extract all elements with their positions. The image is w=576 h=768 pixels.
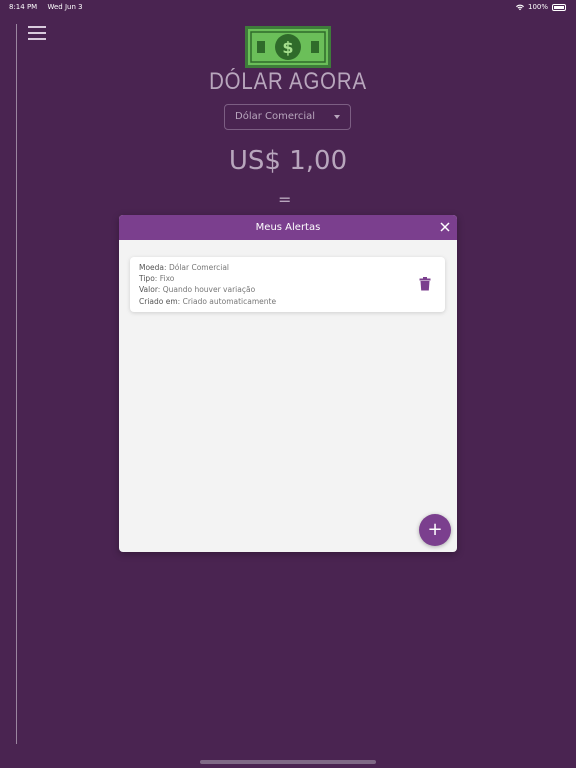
modal-title: Meus Alertas <box>255 222 321 233</box>
dollar-bill-icon: $ <box>245 26 331 68</box>
status-date: Wed Jun 3 <box>47 3 83 11</box>
alert-criado-value: Criado automaticamente <box>182 296 277 306</box>
status-bar: 8:14 PM Wed Jun 3 100% <box>0 0 576 14</box>
alert-moeda-label: Moeda <box>139 263 165 272</box>
battery-icon <box>552 3 566 11</box>
alert-card[interactable]: Moeda: Dólar Comercial Tipo: Fixo Valor:… <box>130 257 445 312</box>
alert-moeda-value: Dólar Comercial <box>168 263 230 272</box>
sidebar-divider <box>16 24 17 744</box>
add-alert-button[interactable]: + <box>419 514 451 546</box>
caret-down-icon <box>334 115 340 119</box>
alert-moeda-row: Moeda: Dólar Comercial <box>139 263 230 272</box>
currency-selected: Dólar Comercial <box>235 111 316 122</box>
alert-criado-label: Criado em <box>139 296 178 306</box>
alert-criado-row: Criado em: Criado automaticamente <box>139 296 277 306</box>
close-icon[interactable] <box>439 221 451 233</box>
status-right: 100% <box>515 0 566 14</box>
alert-tipo-row: Tipo: Fixo <box>139 274 175 284</box>
menu-line <box>28 32 46 34</box>
alert-valor-value: Quando houver variação <box>162 285 256 295</box>
menu-line <box>28 26 46 28</box>
alert-tipo-label: Tipo <box>139 274 155 284</box>
equals-sign: = <box>278 190 292 209</box>
logo-symbol: $ <box>282 38 293 57</box>
alert-valor-label: Valor <box>139 285 158 295</box>
battery-percent: 100% <box>527 3 548 11</box>
menu-line <box>28 38 46 40</box>
alerts-modal: Meus Alertas Moeda: Dólar Comercial Tipo… <box>119 215 457 552</box>
price-display: US$ 1,00 <box>228 146 348 176</box>
wifi-icon <box>515 4 524 10</box>
status-time: 8:14 PM <box>9 3 38 11</box>
home-indicator[interactable] <box>200 760 376 764</box>
app-title: DÓLAR AGORA <box>209 68 367 95</box>
menu-button[interactable] <box>28 26 46 40</box>
alert-valor-row: Valor: Quando houver variação <box>139 285 256 295</box>
status-left: 8:14 PM Wed Jun 3 <box>9 0 91 14</box>
alert-tipo-value: Fixo <box>159 274 175 284</box>
modal-header: Meus Alertas <box>119 215 457 240</box>
trash-icon[interactable] <box>419 277 431 291</box>
currency-select[interactable]: Dólar Comercial <box>224 104 351 130</box>
